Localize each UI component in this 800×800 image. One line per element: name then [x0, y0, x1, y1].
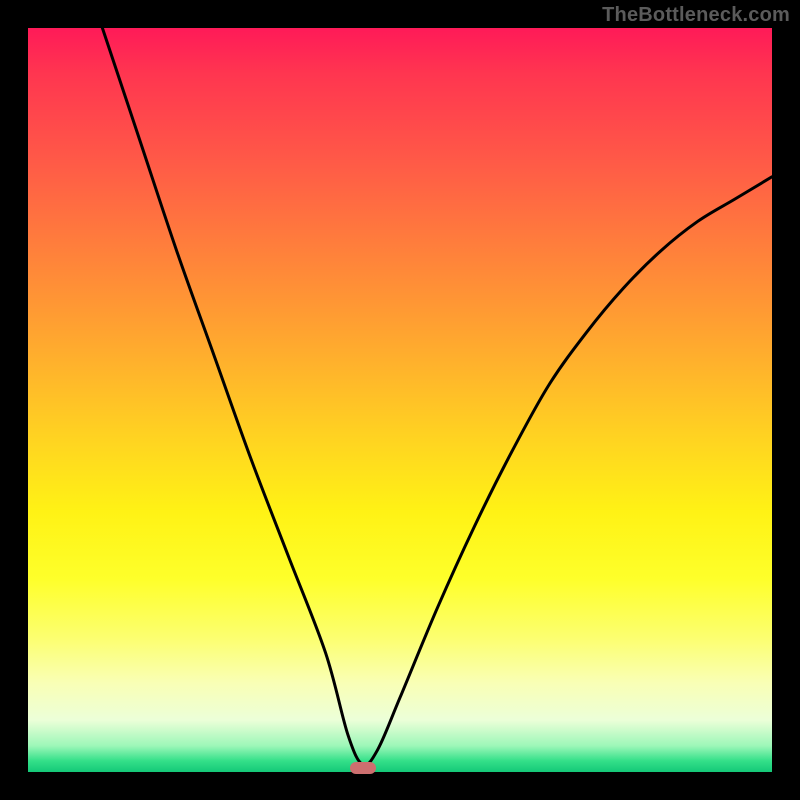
optimal-marker — [350, 762, 376, 774]
bottleneck-curve — [28, 28, 772, 772]
chart-plot-area — [28, 28, 772, 772]
watermark-text: TheBottleneck.com — [602, 4, 790, 27]
